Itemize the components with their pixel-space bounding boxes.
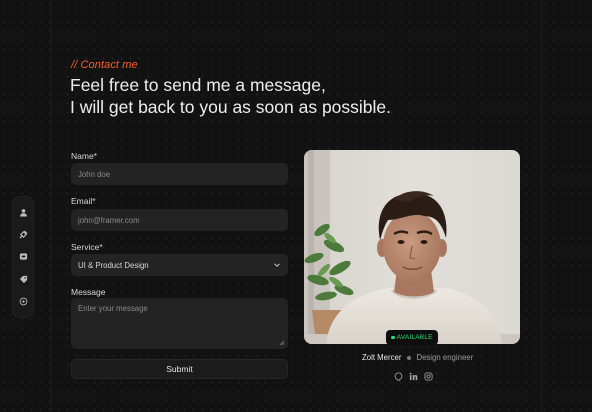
github-icon (394, 372, 403, 381)
image-icon (19, 253, 27, 261)
profile-photo (304, 150, 520, 344)
service-label: Service* (71, 242, 103, 252)
settings-icon (19, 297, 27, 306)
caption-separator (407, 355, 412, 360)
profile-caption: Zolt Mercer Design engineer (304, 353, 534, 362)
resize-grip-icon[interactable] (279, 340, 285, 346)
instagram-icon (424, 372, 433, 381)
github-link[interactable] (394, 368, 403, 381)
message-placeholder: Enter your message (78, 304, 148, 313)
availability-text: AVAILABLE (396, 334, 433, 341)
user-icon (19, 208, 27, 217)
name-label: Name* (71, 151, 97, 161)
grid-line-right (541, 0, 542, 412)
status-dot (391, 335, 395, 340)
rail-item-tags[interactable] (16, 272, 30, 286)
submit-button[interactable]: Submit (71, 359, 288, 379)
portrait-image (304, 150, 520, 344)
chevron-down-icon (274, 263, 280, 267)
rail-item-settings[interactable] (16, 295, 30, 309)
page-title: Feel free to send me a message, I will g… (70, 74, 490, 118)
linkedin-link[interactable] (409, 368, 418, 381)
title-line-1: Feel free to send me a message, (70, 75, 326, 95)
profile-role: Design engineer (416, 353, 474, 362)
section-tag: // Contact me (71, 59, 138, 71)
email-field[interactable]: john@framer.com (71, 209, 288, 231)
name-field[interactable]: John doe (71, 163, 288, 185)
social-links (394, 368, 433, 381)
instagram-link[interactable] (424, 368, 433, 381)
title-line-2: I will get back to you as soon as possib… (70, 97, 392, 117)
profile-name: Zolt Mercer (362, 353, 402, 362)
pen-tool-icon (18, 230, 28, 239)
tag-icon (19, 275, 27, 283)
availability-badge: AVAILABLE (386, 330, 438, 345)
grid-line-left (51, 0, 52, 412)
rail-item-design[interactable] (16, 228, 30, 242)
service-value: UI & Product Design (78, 260, 149, 270)
message-label: Message (71, 287, 106, 297)
email-label: Email* (71, 196, 96, 206)
rail-item-gallery[interactable] (16, 250, 30, 264)
linkedin-icon (409, 372, 418, 381)
service-select[interactable]: UI & Product Design (71, 254, 288, 276)
side-rail (12, 196, 34, 318)
message-field[interactable]: Enter your message (71, 298, 288, 349)
rail-item-profile[interactable] (16, 205, 30, 219)
